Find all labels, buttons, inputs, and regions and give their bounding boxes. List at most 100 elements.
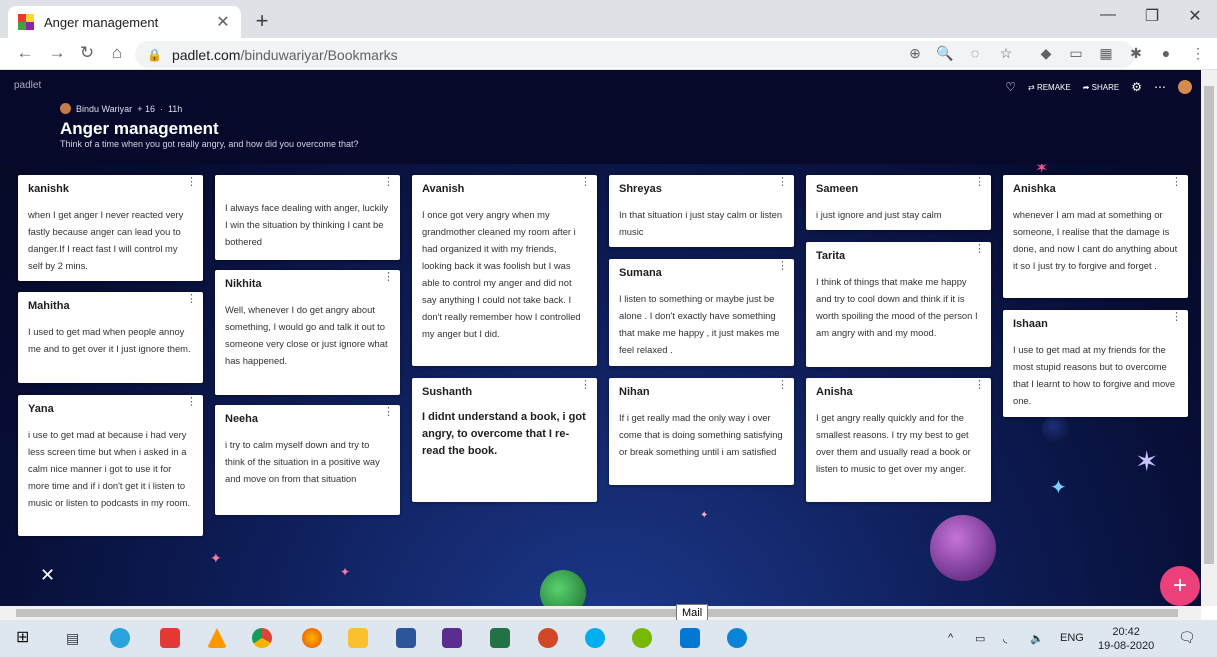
post-card[interactable]: ⋮ Sumana I listen to something or maybe ju…	[609, 259, 794, 366]
post-time: 11h	[167, 103, 183, 114]
user-avatar[interactable]	[1178, 80, 1192, 94]
menu-dots-icon[interactable]: ⋮	[1188, 45, 1208, 62]
skype-icon[interactable]	[585, 628, 605, 648]
browser-toolbar: ← → ↻ ⌂ 🔒 padlet.com /binduwariyar/Bookm…	[0, 38, 1217, 70]
restore-button[interactable]: ❐	[1137, 6, 1167, 26]
purple-planet	[930, 515, 996, 581]
word-icon[interactable]	[396, 628, 416, 648]
star-icon: ✦	[1050, 477, 1067, 499]
likes-count: + 16	[137, 103, 155, 114]
dark-planet	[1042, 415, 1070, 443]
post-card[interactable]: ⋮ Neeha i try to calm myself down and try …	[215, 405, 400, 515]
extension-icon[interactable]: ▦	[1096, 45, 1116, 62]
post-menu-icon[interactable]: ⋮	[186, 294, 197, 305]
close-window-button[interactable]: ✕	[1180, 6, 1210, 26]
heart-icon[interactable]: ♡	[1005, 80, 1016, 94]
post-card[interactable]: ⋮ kanishk when I get anger I never reacted…	[18, 175, 203, 281]
post-menu-icon[interactable]: ⋮	[186, 177, 197, 188]
bookmark-star-icon[interactable]: ☆	[996, 45, 1016, 62]
extension-icon[interactable]: ◆	[1036, 45, 1056, 62]
post-card[interactable]: ⋮ Sameen i just ignore and just stay calm	[806, 175, 991, 230]
header-actions: ♡ ⇄ REMAKE ➦ SHARE ⚙ ⋯	[1005, 80, 1192, 94]
remake-label: REMAKE	[1036, 82, 1071, 92]
utorrent-icon[interactable]	[632, 628, 652, 648]
tray-chevron-icon[interactable]: ^	[948, 632, 953, 644]
vertical-scrollbar[interactable]	[1201, 70, 1217, 606]
post-menu-icon[interactable]: ⋮	[580, 177, 591, 188]
battery-icon[interactable]: ▭	[975, 632, 985, 645]
edge-legacy-icon[interactable]	[727, 628, 747, 648]
post-card[interactable]: ⋮ Nikhita Well, whenever I do get angry ab…	[215, 270, 400, 395]
tab-close-icon[interactable]: ✕	[215, 12, 231, 32]
app-icon[interactable]	[160, 628, 180, 648]
post-card[interactable]: ⋮ Avanish I once got very angry when my gr…	[412, 175, 597, 366]
post-card[interactable]: ⋮ Sushanth I didnt understand a book, i go…	[412, 378, 597, 502]
powerpoint-icon[interactable]	[538, 628, 558, 648]
post-body: I listen to something or maybe just be a…	[619, 293, 780, 355]
post-menu-icon[interactable]: ⋮	[974, 380, 985, 391]
post-card[interactable]: ⋮ Anishka whenever I am mad at something o…	[1003, 175, 1188, 298]
post-card[interactable]: ⋮ Ishaan I use to get mad at my friends fo…	[1003, 310, 1188, 417]
post-card[interactable]: ⋮ I always face dealing with anger, lucki…	[215, 175, 400, 260]
post-card[interactable]: ⋮ Yana i use to get mad at because i had v…	[18, 395, 203, 536]
volume-icon[interactable]: 🔈	[1030, 632, 1044, 645]
notifications-icon[interactable]: 🗨	[1178, 629, 1196, 646]
address-bar[interactable]: 🔒 padlet.com /binduwariyar/Bookmarks	[135, 41, 1135, 68]
settings-gear-icon[interactable]: ⚙	[1131, 80, 1142, 94]
vertical-scrollbar-thumb[interactable]	[1204, 86, 1214, 564]
post-menu-icon[interactable]: ⋮	[383, 177, 394, 188]
horizontal-scrollbar-thumb[interactable]	[16, 609, 1178, 617]
puzzle-icon[interactable]: ✱	[1126, 45, 1146, 62]
add-post-button[interactable]: +	[1160, 566, 1200, 606]
remake-button[interactable]: ⇄ REMAKE	[1028, 83, 1071, 92]
chrome-icon[interactable]	[252, 628, 272, 648]
browser-tab[interactable]: Anger management ✕	[8, 6, 241, 38]
new-tab-button[interactable]: +	[250, 8, 274, 34]
zoom-icon[interactable]: 🔍	[935, 45, 955, 62]
mail-icon[interactable]	[680, 628, 700, 648]
green-planet	[540, 570, 586, 606]
clock-date: 19-08-2020	[1098, 640, 1155, 652]
minimize-button[interactable]: —	[1093, 6, 1123, 24]
post-menu-icon[interactable]: ⋮	[777, 261, 788, 272]
post-menu-icon[interactable]: ⋮	[777, 380, 788, 391]
edge-icon[interactable]	[110, 628, 130, 648]
post-card[interactable]: ⋮ Tarita I think of things that make me ha…	[806, 242, 991, 367]
task-view-icon[interactable]: ▤	[66, 628, 86, 648]
home-icon[interactable]: ⌂	[106, 43, 128, 63]
forward-arrow-icon[interactable]: →	[46, 43, 68, 63]
post-menu-icon[interactable]: ⋮	[580, 380, 591, 391]
install-icon[interactable]: ⊕	[905, 45, 925, 62]
visual-studio-icon[interactable]	[442, 628, 462, 648]
back-arrow-icon[interactable]: ←	[14, 43, 36, 63]
windows-start-icon[interactable]: ⊞	[16, 628, 36, 648]
share-button[interactable]: ➦ SHARE	[1083, 83, 1120, 92]
horizontal-scrollbar[interactable]	[0, 606, 1201, 620]
language-indicator[interactable]: ENG	[1060, 632, 1084, 644]
post-menu-icon[interactable]: ⋮	[1171, 177, 1182, 188]
post-menu-icon[interactable]: ⋮	[383, 407, 394, 418]
post-menu-icon[interactable]: ⋮	[974, 177, 985, 188]
excel-icon[interactable]	[490, 628, 510, 648]
post-card[interactable]: ⋮ Mahitha I used to get mad when people an…	[18, 292, 203, 383]
padlet-logo[interactable]: padlet	[14, 80, 41, 91]
post-card[interactable]: ⋮ Nihan If i get really mad the only way i…	[609, 378, 794, 485]
firefox-icon[interactable]	[302, 628, 322, 648]
vlc-icon[interactable]	[207, 628, 227, 648]
wifi-icon[interactable]: ◟	[1003, 632, 1007, 645]
eye-slash-icon[interactable]: ◌	[965, 45, 985, 61]
post-card[interactable]: ⋮ Shreyas In that situation i just stay ca…	[609, 175, 794, 247]
file-explorer-icon[interactable]	[348, 628, 368, 648]
post-menu-icon[interactable]: ⋮	[186, 397, 197, 408]
post-card[interactable]: ⋮ Anisha I get angry really quickly and fo…	[806, 378, 991, 502]
post-menu-icon[interactable]: ⋮	[777, 177, 788, 188]
extension-icon[interactable]: ▭	[1066, 45, 1086, 62]
system-clock[interactable]: 20:42 19-08-2020	[1098, 625, 1154, 653]
profile-avatar-icon[interactable]: ●	[1156, 45, 1176, 61]
post-author: Mahitha	[28, 300, 70, 312]
post-menu-icon[interactable]: ⋮	[1171, 312, 1182, 323]
post-menu-icon[interactable]: ⋮	[974, 244, 985, 255]
more-dots-icon[interactable]: ⋯	[1154, 80, 1166, 94]
reload-icon[interactable]: ↻	[76, 43, 98, 63]
post-menu-icon[interactable]: ⋮	[383, 272, 394, 283]
